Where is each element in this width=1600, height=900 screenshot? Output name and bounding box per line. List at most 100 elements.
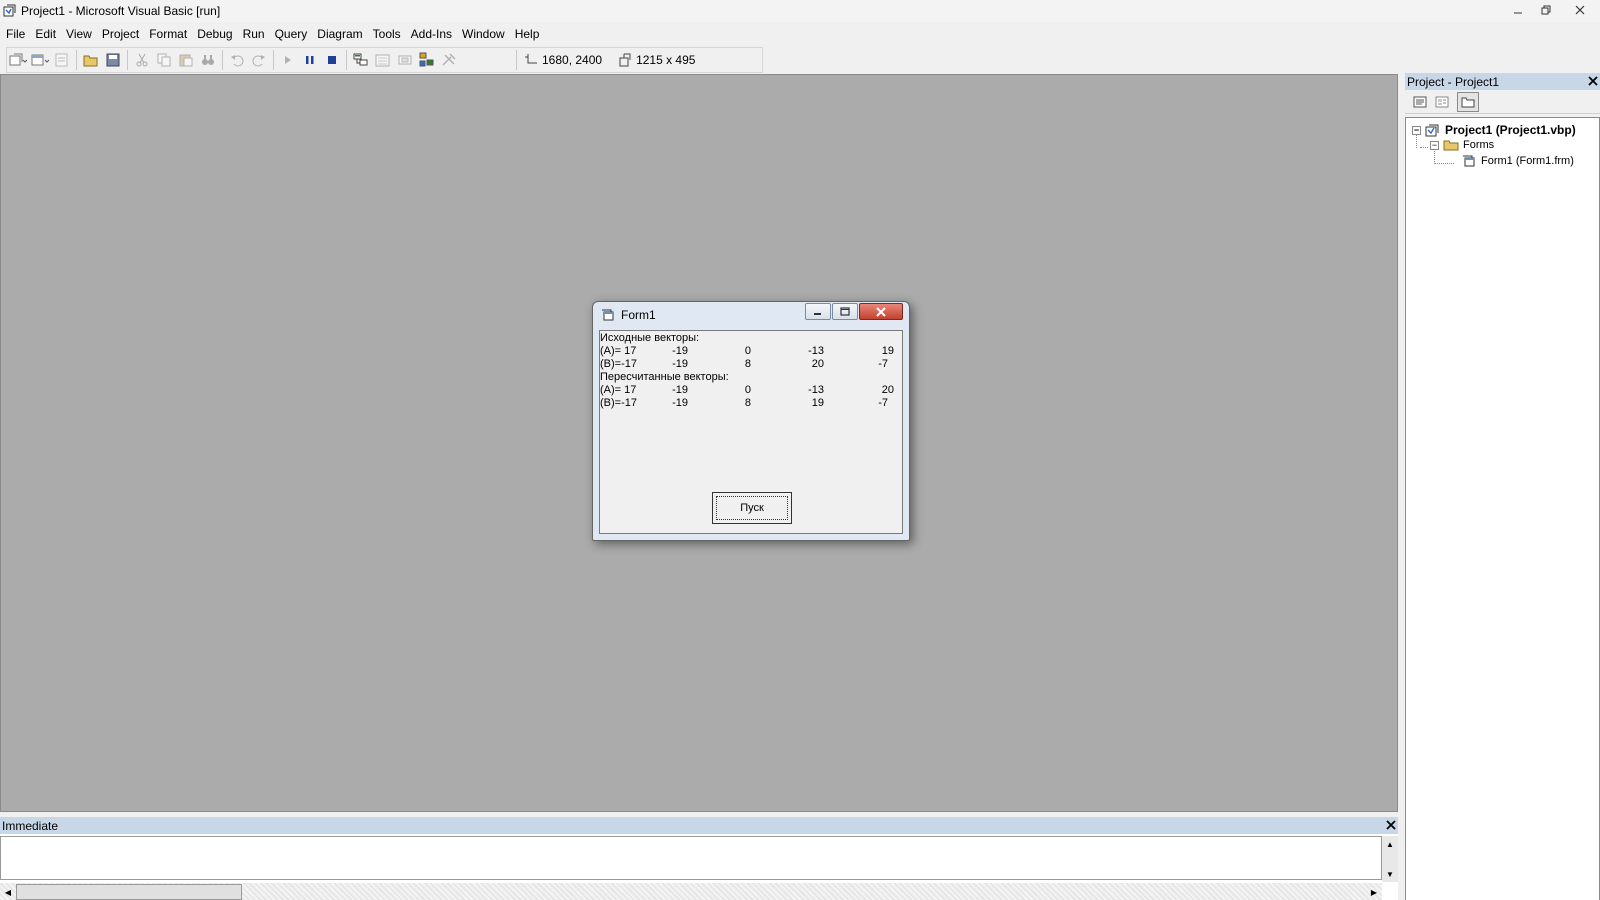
undo-button[interactable] <box>226 49 248 71</box>
row-b-recalc-value: -7 <box>878 397 888 409</box>
paste-button[interactable] <box>175 49 197 71</box>
form1-node-label: Form1 (Form1.frm) <box>1481 155 1574 167</box>
row-a-original-value: -19 <box>672 345 688 357</box>
close-icon <box>1575 5 1585 15</box>
menu-query[interactable]: Query <box>270 24 313 44</box>
standard-toolbar: 1680, 2400 1215 x 495 <box>6 47 763 73</box>
save-icon <box>106 53 120 67</box>
play-icon <box>285 56 291 64</box>
row-b-recalc-value: -19 <box>672 397 688 409</box>
cut-button[interactable] <box>131 49 153 71</box>
minimize-button[interactable] <box>1504 0 1532 20</box>
scroll-track[interactable] <box>1382 852 1398 866</box>
project-tree: − Project1 (Project1.vbp) − Forms Form1 … <box>1405 117 1600 900</box>
menu-diagram[interactable]: Diagram <box>312 24 367 44</box>
close-icon <box>1386 820 1396 830</box>
folder-icon <box>1443 140 1459 151</box>
redo-icon <box>252 55 265 67</box>
save-project-button[interactable] <box>102 49 124 71</box>
project-explorer-toolbar <box>1405 90 1600 114</box>
add-form-button[interactable] <box>29 49 51 71</box>
row-a-original-value: 0 <box>744 345 751 357</box>
immediate-window: Immediate ▲ ▼ ◀ ▶ <box>0 817 1398 900</box>
collapse-icon[interactable]: − <box>1430 140 1439 150</box>
collapse-icon[interactable]: − <box>1412 125 1421 135</box>
menu-window[interactable]: Window <box>457 24 510 44</box>
find-button[interactable] <box>197 49 219 71</box>
menu-view[interactable]: View <box>61 24 97 44</box>
copy-button[interactable] <box>153 49 175 71</box>
toolbar-separator <box>76 50 77 70</box>
scroll-right-icon[interactable]: ▶ <box>1366 883 1382 900</box>
menu-add-ins[interactable]: Add-Ins <box>406 24 457 44</box>
menu-format[interactable]: Format <box>144 24 192 44</box>
scroll-left-icon[interactable]: ◀ <box>0 883 16 900</box>
form1-titlebar[interactable]: Form1 <box>593 302 909 328</box>
project-explorer-close-button[interactable] <box>1588 74 1598 89</box>
vb-app-icon <box>3 4 17 18</box>
immediate-horizontal-scrollbar[interactable]: ◀ ▶ <box>0 883 1382 900</box>
scroll-down-icon[interactable]: ▼ <box>1382 866 1398 882</box>
tree-node-forms-folder[interactable]: − Forms <box>1430 139 1494 151</box>
view-code-button[interactable] <box>1409 92 1431 112</box>
toolbox-button[interactable] <box>438 49 460 71</box>
menu-file[interactable]: File <box>0 24 30 44</box>
scroll-up-icon[interactable]: ▲ <box>1382 836 1398 852</box>
menu-run[interactable]: Run <box>238 24 270 44</box>
tree-node-form1[interactable]: Form1 (Form1.frm) <box>1462 155 1574 167</box>
start-button[interactable] <box>277 49 299 71</box>
menu-editor-button[interactable] <box>51 49 73 71</box>
form1-close-button[interactable] <box>859 303 903 320</box>
row-b-original-value: 20 <box>811 358 824 370</box>
tree-connector <box>1434 163 1454 164</box>
form1-maximize-button[interactable] <box>832 303 858 320</box>
form1-client-area: Исходные векторы: (A)= 17 -19 0 -13 19 (… <box>599 330 903 534</box>
toggle-folders-button[interactable] <box>1457 91 1479 112</box>
row-b-original-value: -7 <box>878 358 888 370</box>
break-button[interactable] <box>299 49 321 71</box>
folder-icon <box>1461 97 1475 107</box>
redo-button[interactable] <box>248 49 270 71</box>
add-project-button[interactable] <box>7 49 29 71</box>
properties-window-button[interactable] <box>372 49 394 71</box>
scroll-thumb[interactable] <box>16 884 242 900</box>
immediate-input-area[interactable] <box>0 836 1382 880</box>
minimize-icon <box>1514 12 1522 14</box>
row-a-original-label: (A)= 17 <box>600 345 637 357</box>
window-title: Project1 - Microsoft Visual Basic [run] <box>21 4 221 18</box>
row-b-original-value: -19 <box>672 358 688 370</box>
project-explorer-icon <box>353 53 368 66</box>
run-button[interactable]: Пуск <box>712 492 792 524</box>
form1-minimize-button[interactable] <box>805 303 831 320</box>
end-button[interactable] <box>321 49 343 71</box>
close-button[interactable] <box>1560 0 1600 20</box>
stop-icon <box>328 56 336 64</box>
recalc-vectors-heading: Пересчитанные векторы: <box>600 371 729 383</box>
open-folder-icon <box>83 55 98 67</box>
object-browser-button[interactable] <box>416 49 438 71</box>
menu-project[interactable]: Project <box>97 24 144 44</box>
menu-tools[interactable]: Tools <box>368 24 406 44</box>
restore-icon <box>1541 5 1551 15</box>
project-explorer-button[interactable] <box>350 49 372 71</box>
menu-debug[interactable]: Debug <box>192 24 237 44</box>
pause-icon <box>306 56 314 64</box>
project-explorer-panel: Project - Project1 − Project1 (Project1.… <box>1405 73 1600 900</box>
row-b-original-value: 8 <box>744 358 751 370</box>
project-explorer-header: Project - Project1 <box>1405 73 1600 90</box>
view-object-button[interactable] <box>1431 92 1453 112</box>
form-layout-button[interactable] <box>394 49 416 71</box>
form1-window[interactable]: Form1 Исходные векторы: (A)= 17 -19 0 -1… <box>592 301 910 541</box>
cut-icon <box>136 53 148 67</box>
add-project-icon <box>9 53 27 66</box>
tree-node-project[interactable]: − Project1 (Project1.vbp) <box>1412 123 1576 137</box>
form-layout-icon <box>398 55 412 65</box>
menu-help[interactable]: Help <box>510 24 545 44</box>
menu-edit[interactable]: Edit <box>30 24 61 44</box>
immediate-vertical-scrollbar[interactable]: ▲ ▼ <box>1382 836 1398 882</box>
immediate-title: Immediate <box>2 818 59 833</box>
restore-button[interactable] <box>1532 0 1560 20</box>
toolbar-separator <box>516 50 517 70</box>
immediate-close-button[interactable] <box>1386 818 1396 833</box>
open-project-button[interactable] <box>80 49 102 71</box>
